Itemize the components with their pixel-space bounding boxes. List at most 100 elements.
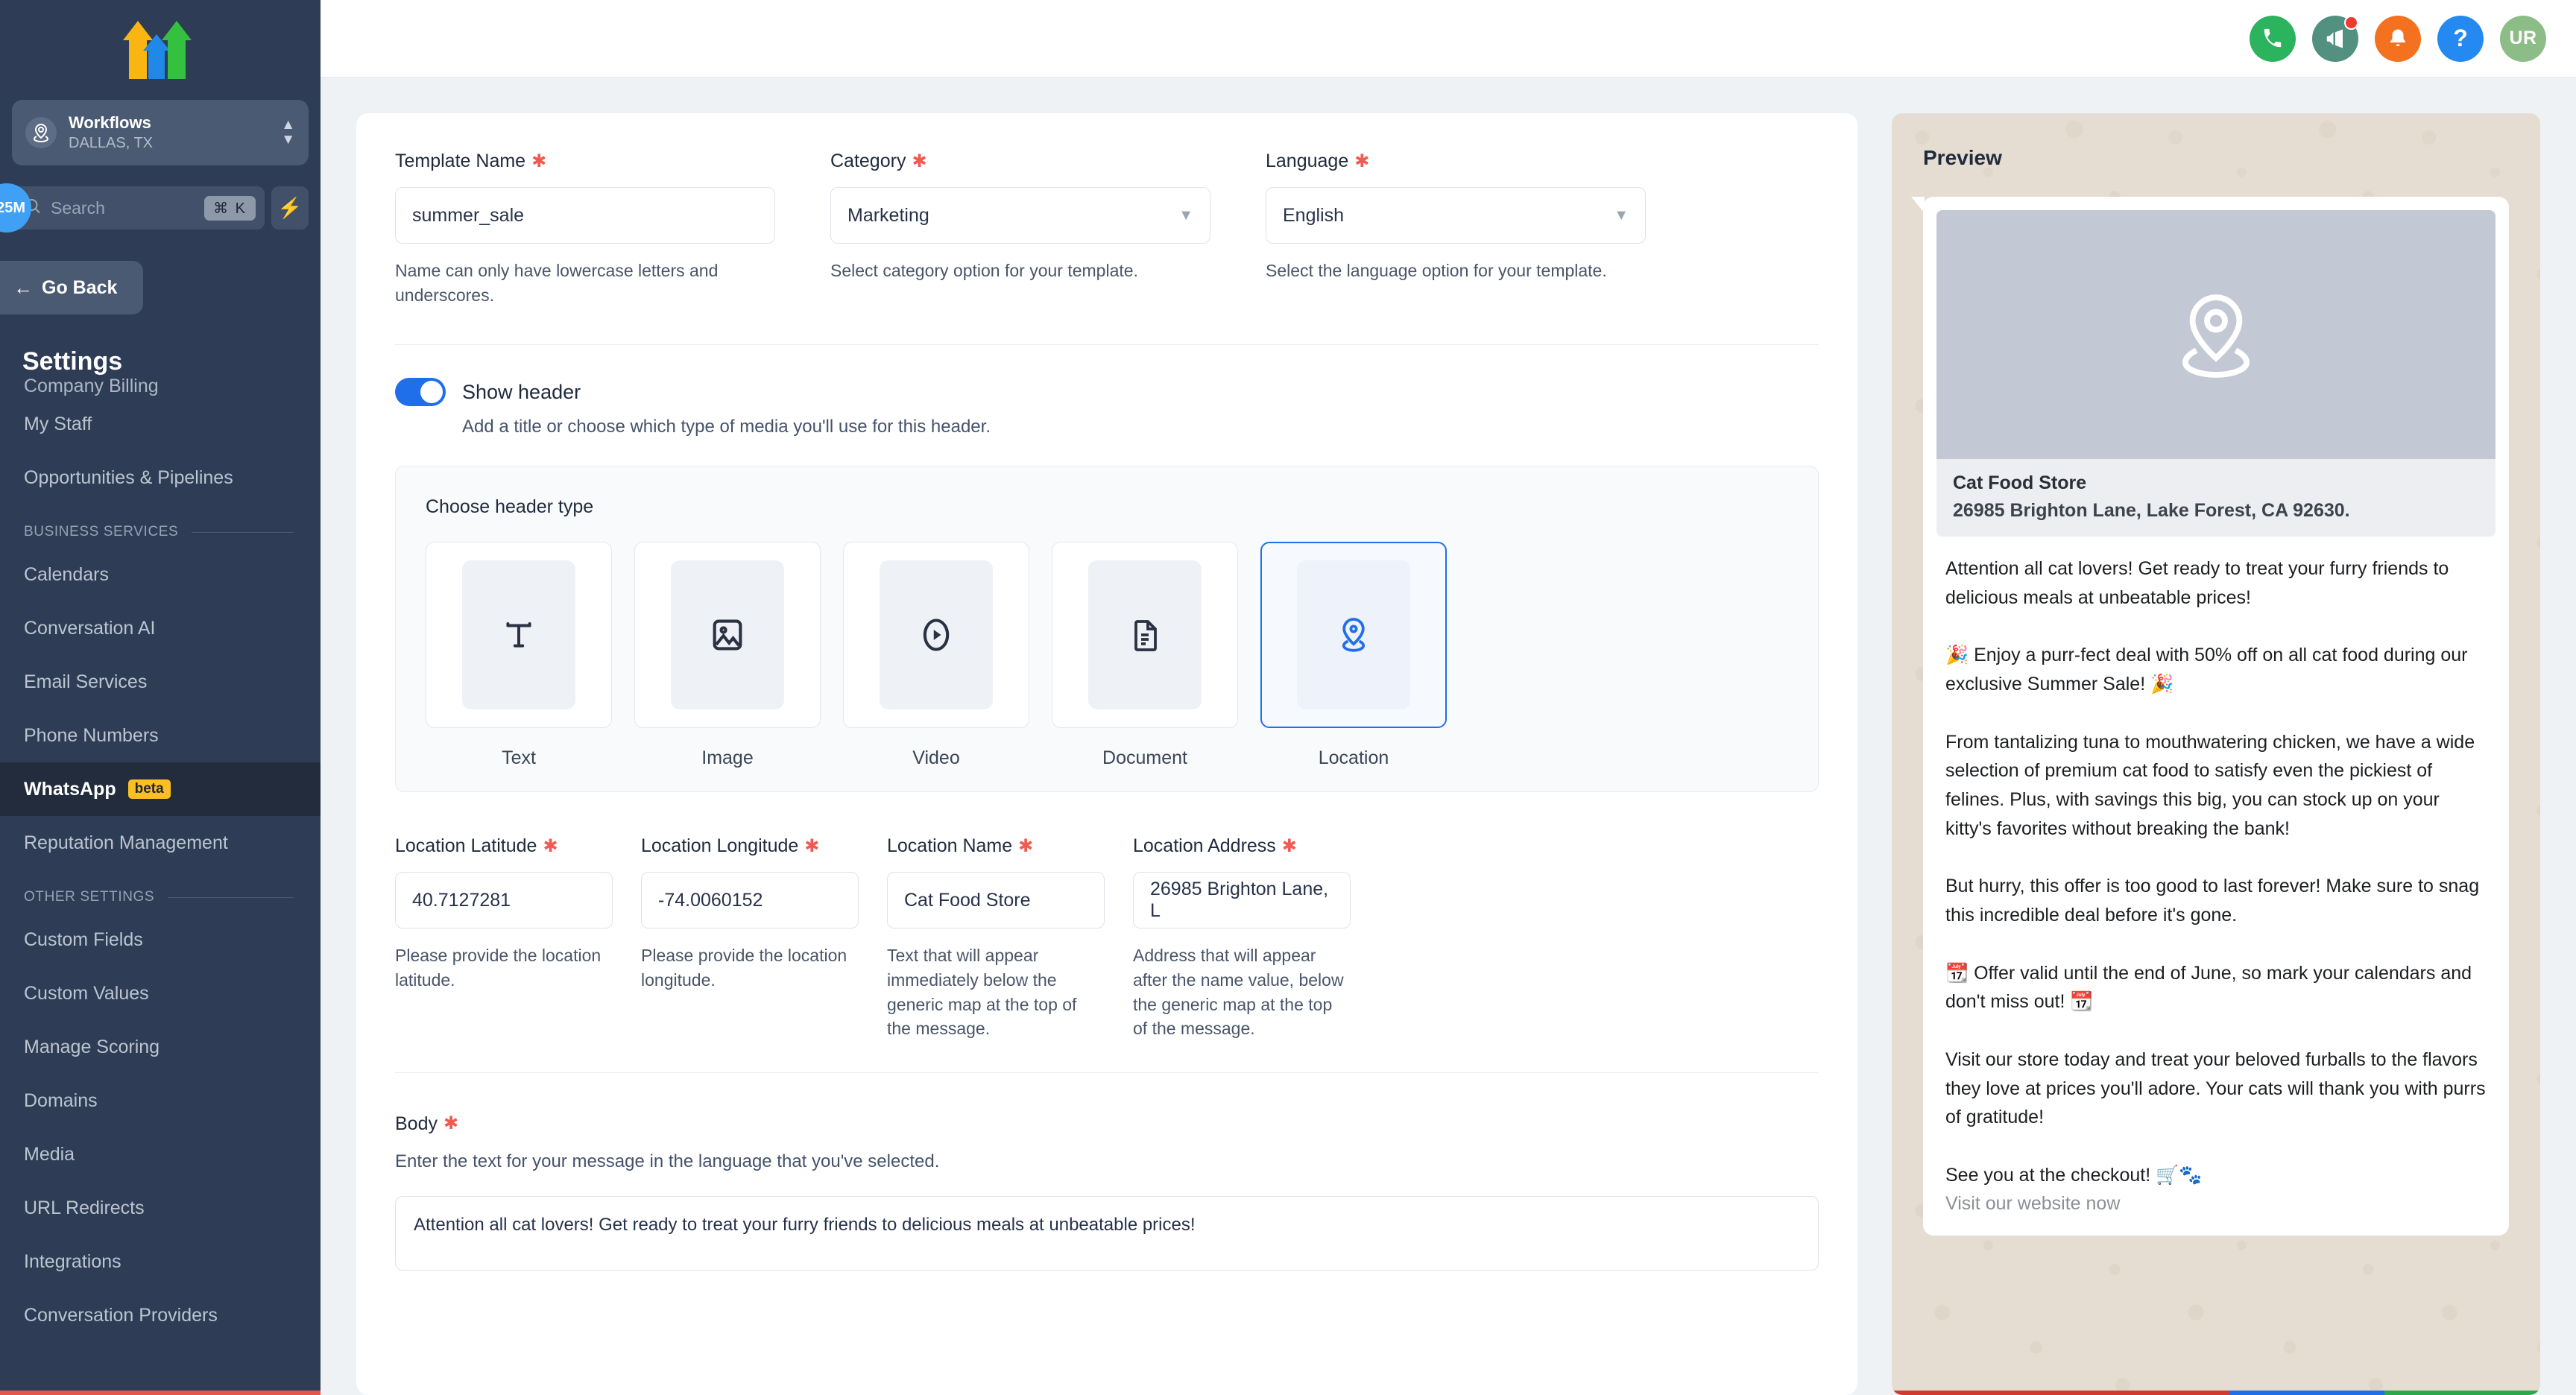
sidebar-item-calendars[interactable]: Calendars	[0, 548, 321, 601]
sidebar-item-label: Manage Scoring	[24, 1036, 160, 1057]
help-icon[interactable]: ?	[2437, 15, 2484, 62]
megaphone-icon[interactable]	[2312, 15, 2358, 62]
template-name-field-group: Template Name ✱ summer_sale Name can only…	[395, 151, 775, 307]
header-type-option-image[interactable]: Image	[634, 542, 821, 769]
sidebar-item-media[interactable]: Media	[0, 1127, 321, 1181]
header-type-card-location[interactable]	[1260, 542, 1447, 729]
go-back-button[interactable]: ← Go Back	[0, 261, 143, 314]
sidebar-item-label: Integrations	[24, 1250, 121, 1272]
sidebar-item-label: Reputation Management	[24, 832, 228, 853]
sidebar-item-company-billing[interactable]: Company Billing	[0, 378, 321, 397]
sidebar-item-conversation-providers[interactable]: Conversation Providers	[0, 1288, 321, 1342]
location-latitude-group: Location Latitude ✱ 40.7127281 Please pro…	[395, 835, 613, 1041]
show-header-row: Show header	[395, 378, 1819, 407]
template-name-input[interactable]: summer_sale	[395, 187, 775, 244]
header-type-card-document[interactable]	[1052, 542, 1238, 729]
app-logo[interactable]	[0, 0, 321, 95]
sidebar-item-phone-numbers[interactable]: Phone Numbers	[0, 709, 321, 762]
sidebar-item-label: Domains	[24, 1089, 98, 1111]
header-type-card-image[interactable]	[634, 542, 821, 729]
image-icon	[671, 560, 784, 710]
category-select[interactable]: Marketing ▼	[830, 187, 1210, 244]
sidebar-item-label: Custom Values	[24, 982, 149, 1004]
nav-group-label: OTHER SETTINGS	[24, 889, 155, 905]
sidebar-item-whatsapp[interactable]: WhatsApp beta	[0, 762, 321, 816]
location-pin-avatar-icon	[25, 117, 57, 148]
language-select[interactable]: English ▼	[1266, 187, 1646, 244]
sidebar-item-manage-scoring[interactable]: Manage Scoring	[0, 1020, 321, 1074]
show-header-description: Add a title or choose which type of medi…	[462, 417, 991, 437]
sidebar-item-label: Company Billing	[24, 378, 159, 396]
preview-bottom-accent	[1892, 1391, 2540, 1395]
sidebar-item-custom-values[interactable]: Custom Values	[0, 967, 321, 1020]
language-field-group: Language ✱ English ▼ Select the language …	[1266, 151, 1646, 307]
preview-location-address: 26985 Brighton Lane, Lake Forest, CA 926…	[1953, 500, 2350, 521]
sidebar-item-url-redirects[interactable]: URL Redirects	[0, 1181, 321, 1235]
location-address-input[interactable]: 26985 Brighton Lane, L	[1133, 872, 1351, 929]
search-input[interactable]: Search ⌘ K	[12, 186, 265, 230]
location-name-group: Location Name ✱ Cat Food Store Text that …	[887, 835, 1105, 1041]
sidebar-item-label: URL Redirects	[24, 1197, 145, 1218]
avatar[interactable]: UR	[2500, 15, 2546, 62]
sidebar-item-reputation-management[interactable]: Reputation Management	[0, 816, 321, 870]
sidebar-item-conversation-ai[interactable]: Conversation AI	[0, 601, 321, 655]
sidebar-item-label: My Staff	[24, 413, 92, 434]
required-asterisk: ✱	[531, 151, 547, 171]
sidebar-item-opportunities-pipelines[interactable]: Opportunities & Pipelines	[0, 451, 321, 504]
sidebar-item-custom-fields[interactable]: Custom Fields	[0, 913, 321, 967]
sidebar-item-email-services[interactable]: Email Services	[0, 655, 321, 709]
required-asterisk: ✱	[543, 835, 558, 856]
settings-nav: Company Billing My Staff Opportunities & P…	[0, 376, 321, 1395]
header-type-label: Video	[912, 747, 960, 769]
show-header-toggle[interactable]	[395, 378, 446, 407]
notification-dot	[2344, 15, 2358, 30]
phone-icon[interactable]	[2250, 15, 2296, 62]
header-type-option-video[interactable]: Video	[843, 542, 1029, 769]
location-latitude-input[interactable]: 40.7127281	[395, 872, 613, 929]
header-type-option-text[interactable]: Text	[426, 542, 612, 769]
toggle-knob	[420, 381, 443, 404]
chevron-up-down-icon: ▲ ▼	[281, 116, 295, 148]
template-name-label: Template Name ✱	[395, 151, 547, 171]
language-selected-value: English	[1283, 204, 1344, 226]
header-type-label: Document	[1102, 747, 1187, 769]
header-type-label: Text	[502, 747, 536, 769]
header-type-option-location[interactable]: Location	[1260, 542, 1447, 769]
settings-heading: Settings	[22, 347, 123, 376]
sidebar-bottom-accent	[0, 1391, 321, 1395]
required-asterisk: ✱	[804, 835, 820, 856]
header-type-card-text[interactable]	[426, 542, 612, 729]
video-play-icon	[880, 560, 993, 710]
arrow-left-icon: ←	[13, 276, 33, 299]
sidebar-item-label: Conversation AI	[24, 617, 156, 639]
header-type-label: Location	[1318, 747, 1389, 769]
location-name-input[interactable]: Cat Food Store	[887, 872, 1105, 929]
location-longitude-input[interactable]: -74.0060152	[641, 872, 859, 929]
location-name-label: Location Name ✱	[887, 835, 1034, 857]
sidebar-item-domains[interactable]: Domains	[0, 1074, 321, 1127]
location-sublabel: DALLAS, TX	[69, 134, 154, 151]
required-asterisk: ✱	[1281, 835, 1297, 856]
nav-group-rule	[168, 896, 294, 898]
sidebar-item-label: WhatsApp	[24, 778, 116, 800]
template-form-card: Template Name ✱ summer_sale Name can only…	[356, 113, 1857, 1395]
search-placeholder: Search	[51, 197, 105, 218]
right-pane: ? UR Template Name ✱ summer_sale Name can…	[321, 0, 2576, 1395]
section-divider	[395, 344, 1819, 346]
sidebar-item-integrations[interactable]: Integrations	[0, 1235, 321, 1288]
sidebar-item-my-staff[interactable]: My Staff	[0, 397, 321, 451]
bell-icon[interactable]	[2375, 15, 2421, 62]
location-fields-row: Location Latitude ✱ 40.7127281 Please pro…	[395, 792, 1819, 1041]
location-switcher[interactable]: Workflows DALLAS, TX ▲ ▼	[12, 100, 309, 165]
sidebar-item-label: Opportunities & Pipelines	[24, 466, 233, 488]
body-textarea[interactable]: Attention all cat lovers! Get ready to t…	[395, 1195, 1819, 1271]
location-address-group: Location Address ✱ 26985 Brighton Lane, L…	[1133, 835, 1351, 1041]
quick-actions-bolt-icon[interactable]: ⚡	[271, 186, 309, 230]
header-type-card-video[interactable]	[843, 542, 1029, 729]
category-selected-value: Marketing	[847, 204, 929, 226]
header-type-option-document[interactable]: Document	[1052, 542, 1238, 769]
preview-panel: Preview Cat Food Store 26985 Brighton La…	[1892, 113, 2540, 1395]
preview-footer-link[interactable]: Visit our website now	[1936, 1190, 2496, 1215]
sidebar-item-label: Media	[24, 1143, 75, 1165]
template-name-hint: Name can only have lowercase letters and…	[395, 261, 719, 305]
